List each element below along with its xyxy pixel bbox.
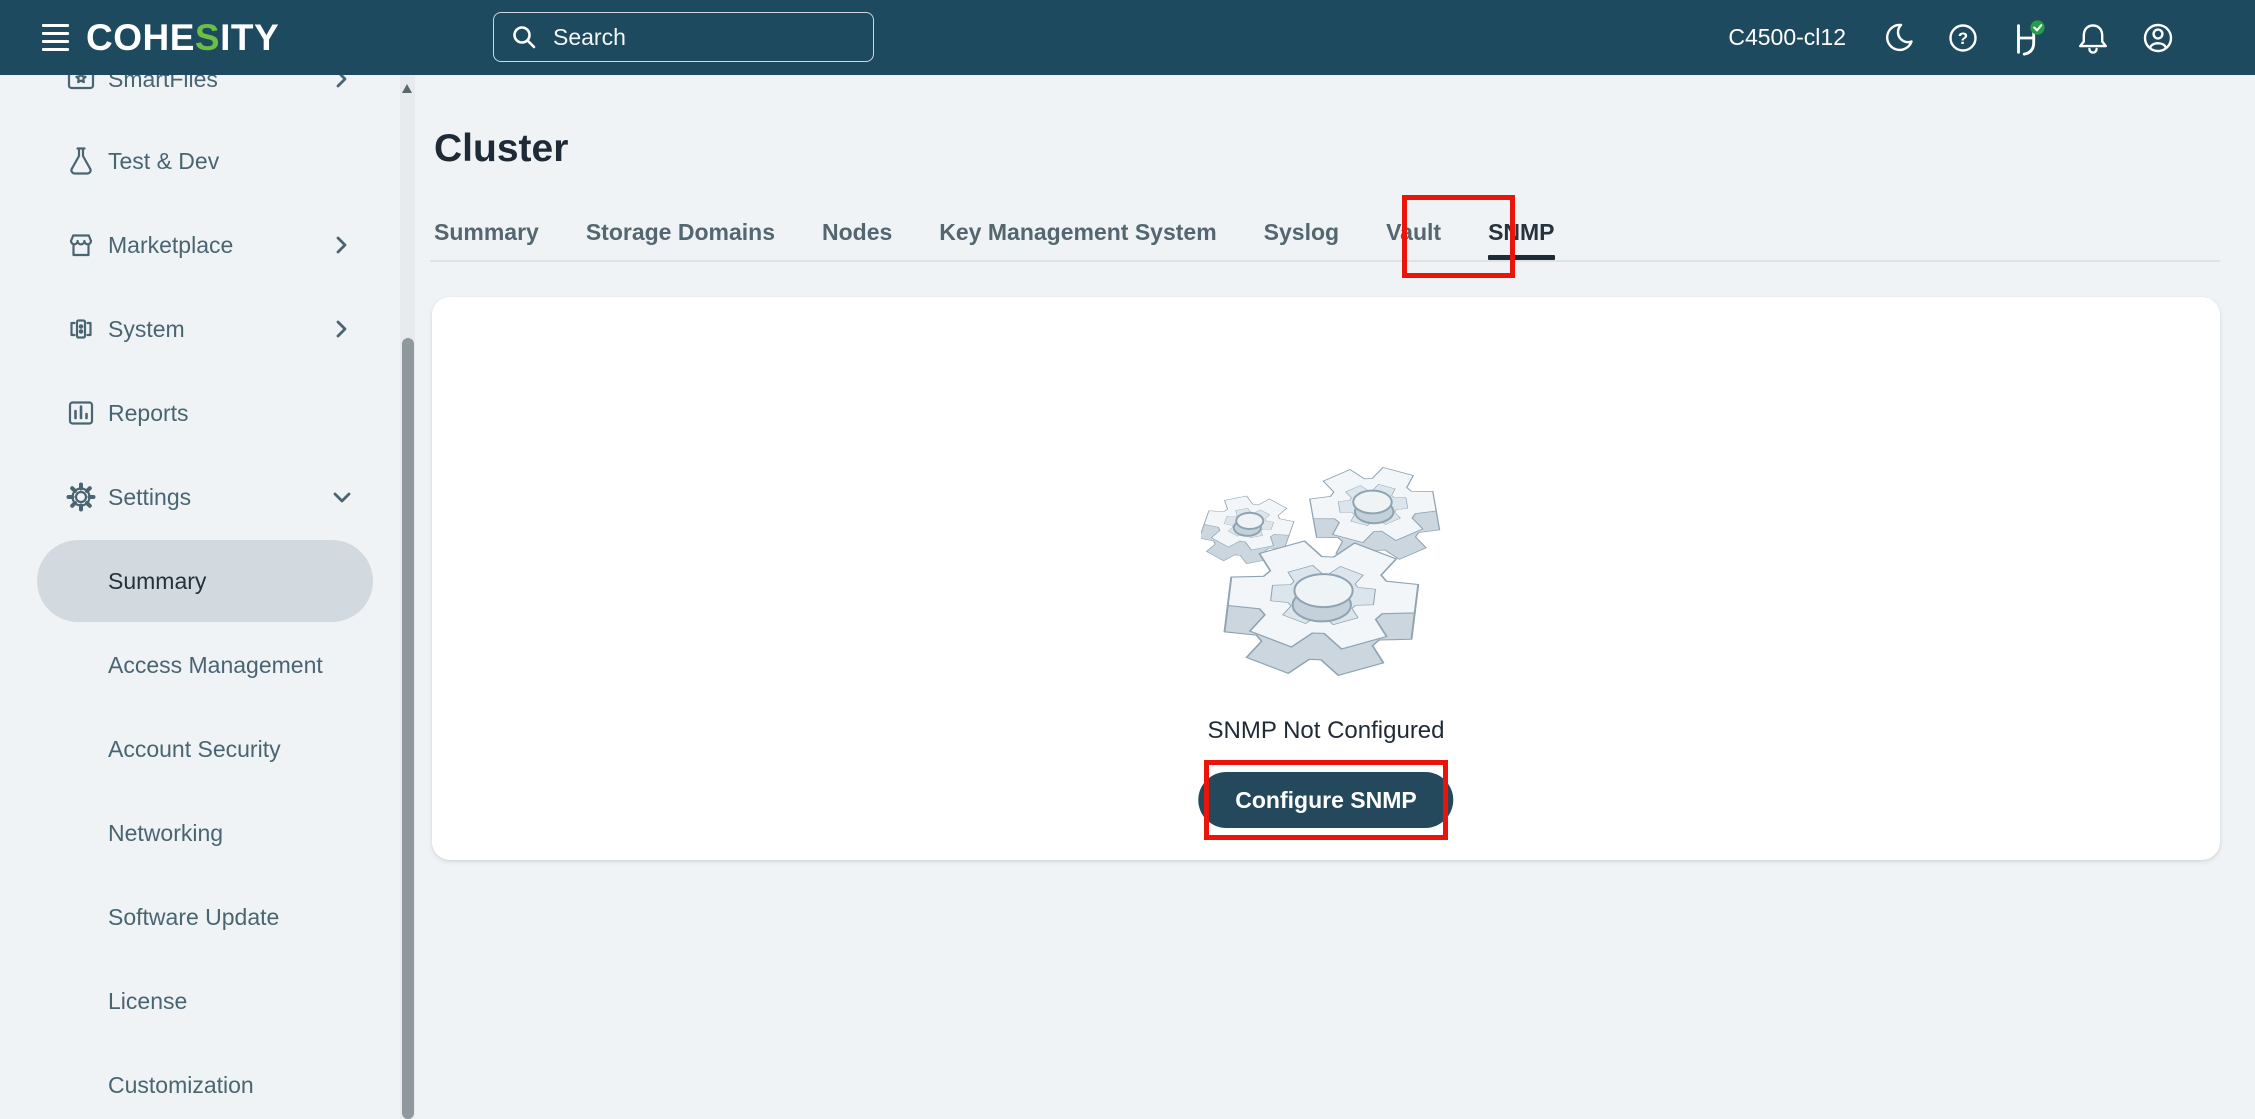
search-icon xyxy=(509,22,539,52)
sidebar-subitem-label: Networking xyxy=(108,820,223,847)
sidebar-subitem-networking[interactable]: Networking xyxy=(37,803,373,863)
sidebar-item-label: Reports xyxy=(108,400,189,427)
tab-snmp[interactable]: SNMP xyxy=(1488,204,1554,260)
sidebar-subitem-label: Account Security xyxy=(108,736,281,763)
moon-icon[interactable] xyxy=(1879,18,1917,58)
gear-icon xyxy=(64,480,98,514)
cohesity-logo: COHESITY xyxy=(86,17,279,59)
chevron-down-icon xyxy=(330,485,354,509)
svg-text:?: ? xyxy=(1958,29,1968,48)
sidebar-subitem-account-security[interactable]: Account Security xyxy=(37,719,373,779)
logo-text-post: ITY xyxy=(220,17,279,58)
search-box[interactable] xyxy=(493,12,874,62)
tab-label: Nodes xyxy=(822,219,892,246)
tab-summary[interactable]: Summary xyxy=(434,204,539,260)
search-input[interactable] xyxy=(553,24,833,51)
tab-label: SNMP xyxy=(1488,219,1554,246)
bell-icon[interactable] xyxy=(2074,18,2112,58)
tab-key-management-system[interactable]: Key Management System xyxy=(939,204,1216,260)
sidebar-item-test-dev[interactable]: Test & Dev xyxy=(0,131,400,191)
tabs-divider xyxy=(430,260,2220,262)
sidebar-scrollbar[interactable] xyxy=(400,75,415,1119)
tab-syslog[interactable]: Syslog xyxy=(1264,204,1339,260)
sidebar-item-settings[interactable]: Settings xyxy=(0,467,400,527)
configure-snmp-button[interactable]: Configure SNMP xyxy=(1198,772,1453,828)
page-title: Cluster xyxy=(434,127,568,171)
tab-label: Syslog xyxy=(1264,219,1339,246)
sidebar-subitem-customization[interactable]: Customization xyxy=(37,1055,373,1115)
sidebar-item-label: Settings xyxy=(108,484,191,511)
cluster-name[interactable]: C4500-cl12 xyxy=(1728,24,1846,51)
sidebar-item-label: Test & Dev xyxy=(108,148,219,175)
scrollbar-thumb[interactable] xyxy=(402,338,414,1119)
menu-icon[interactable] xyxy=(42,24,69,51)
tab-label: Vault xyxy=(1386,219,1441,246)
tab-label: Key Management System xyxy=(939,219,1216,246)
sidebar-subitem-label: License xyxy=(108,988,187,1015)
chevron-right-icon xyxy=(330,317,354,341)
sidebar-subitem-summary[interactable]: Summary xyxy=(37,540,373,622)
scrollbar-up-arrow-icon[interactable] xyxy=(402,84,412,93)
cluster-tabs: Summary Storage Domains Nodes Key Manage… xyxy=(434,204,1555,260)
top-bar: COHESITY C4500-cl12 ? xyxy=(0,0,2255,75)
active-tab-underline xyxy=(1488,255,1554,260)
sidebar-item-label: Marketplace xyxy=(108,232,233,259)
topbar-right-cluster: C4500-cl12 ? xyxy=(1728,0,2255,75)
appliance-icon xyxy=(64,312,98,346)
account-icon[interactable] xyxy=(2139,18,2177,58)
sidebar-subitem-label: Summary xyxy=(108,568,206,595)
sidebar-subitem-label: Software Update xyxy=(108,904,279,931)
sidebar-item-system[interactable]: System xyxy=(0,299,400,359)
tab-storage-domains[interactable]: Storage Domains xyxy=(586,204,775,260)
tab-nodes[interactable]: Nodes xyxy=(822,204,892,260)
sidebar-nav: SmartFiles Test & Dev Marketplace System… xyxy=(0,75,415,1119)
empty-state-message: SNMP Not Configured xyxy=(432,717,2220,745)
sidebar-subitem-software-update[interactable]: Software Update xyxy=(37,887,373,947)
sidebar-subitem-label: Access Management xyxy=(108,652,323,679)
logo-text-pre: COHE xyxy=(86,17,195,58)
sidebar-subitem-access-management[interactable]: Access Management xyxy=(37,635,373,695)
snmp-card: SNMP Not Configured Configure SNMP xyxy=(432,297,2220,860)
sidebar-item-label: System xyxy=(108,316,185,343)
help-icon[interactable]: ? xyxy=(1944,18,1982,58)
tab-label: Storage Domains xyxy=(586,219,775,246)
gears-illustration xyxy=(1201,457,1451,679)
tab-vault[interactable]: Vault xyxy=(1386,204,1441,260)
bar-chart-icon xyxy=(64,396,98,430)
health-badge xyxy=(2030,20,2044,34)
storefront-icon xyxy=(64,228,98,262)
logo-text-green: S xyxy=(195,17,220,58)
sidebar-subitem-label: Customization xyxy=(108,1072,254,1099)
flask-icon xyxy=(64,144,98,178)
sidebar-subitem-license[interactable]: License xyxy=(37,971,373,1031)
sidebar-item-marketplace[interactable]: Marketplace xyxy=(0,215,400,275)
chevron-right-icon xyxy=(330,233,354,257)
sidebar-item-reports[interactable]: Reports xyxy=(0,383,400,443)
helios-health-icon[interactable] xyxy=(2009,18,2047,58)
tab-label: Summary xyxy=(434,219,539,246)
